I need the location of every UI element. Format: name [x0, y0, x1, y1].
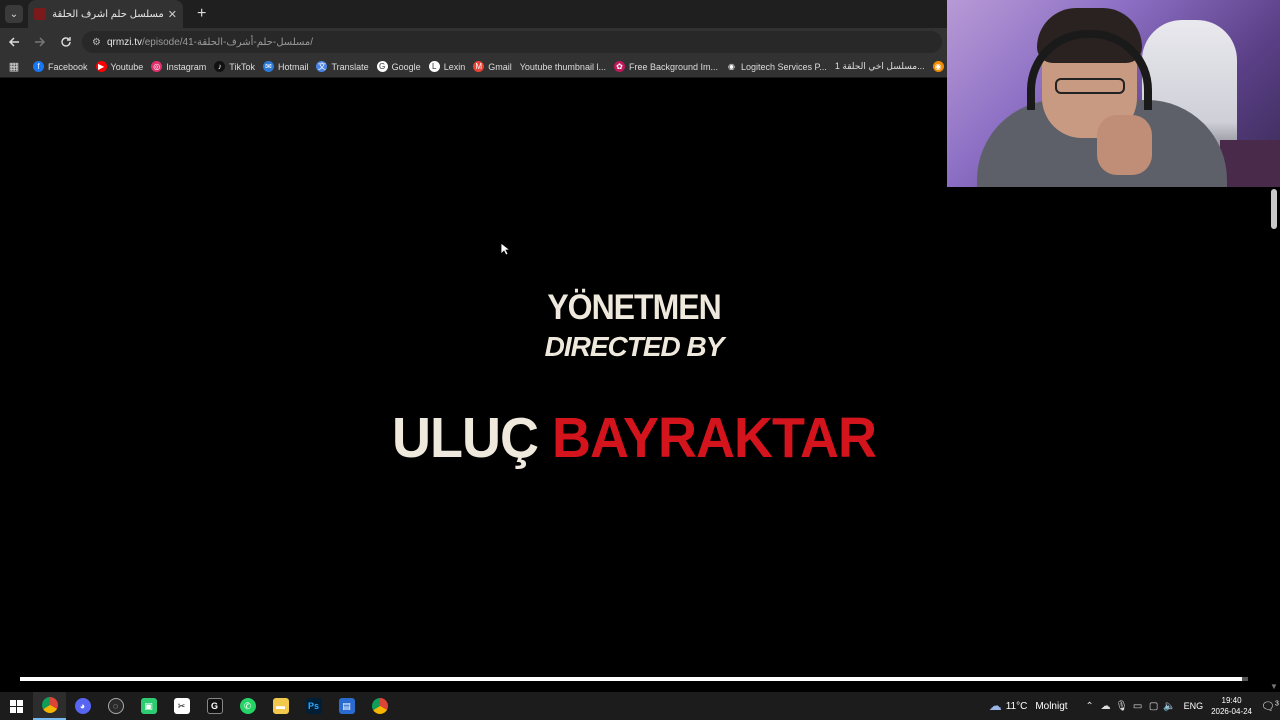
notification-center-icon[interactable]: 🗨3: [1260, 700, 1280, 713]
bookmark-label: مسلسل اخي الحلقة 1...: [834, 61, 925, 71]
bookmark-label: Free Background Im...: [628, 61, 718, 72]
taskbar-discord-icon[interactable]: ◕: [66, 692, 99, 720]
forward-button[interactable]: [28, 30, 52, 54]
bookmark-favicon-icon: ✿: [613, 61, 625, 72]
bookmark-label: Gmail: [488, 61, 512, 72]
tab-search-chevron-icon[interactable]: ⌄: [5, 5, 23, 23]
weather-widget[interactable]: ☁ 11°C Molnigt: [989, 698, 1068, 714]
address-bar[interactable]: ⚙ qrmzi.tv /episode/41-مسلسل-حلم-أشرف-ال…: [82, 31, 942, 53]
taskbar-capcut-icon[interactable]: ✂: [165, 692, 198, 720]
video-progress-bar[interactable]: [20, 677, 1248, 681]
bookmark-item[interactable]: L Lexin: [428, 61, 466, 72]
bookmark-label: Translate: [331, 61, 369, 72]
taskbar-steam-icon[interactable]: ◌: [99, 692, 132, 720]
system-clock[interactable]: 19:40 2026-04-24: [1211, 695, 1252, 717]
bookmark-item[interactable]: Youtube thumbnail l...: [520, 62, 606, 72]
back-arrow-icon: [8, 37, 19, 47]
bookmark-item[interactable]: ▶ Youtube: [95, 61, 144, 72]
bookmark-item[interactable]: مسلسل اخي الحلقة 1...: [835, 61, 925, 72]
glasses-icon: [1055, 78, 1125, 94]
bookmark-item[interactable]: ✉ Hotmail: [262, 61, 309, 72]
bookmark-label: Youtube thumbnail l...: [519, 61, 606, 72]
credit-role-turkish: YÖNETMEN: [547, 287, 721, 327]
site-favicon-icon: [34, 8, 46, 20]
start-windows-icon[interactable]: [0, 692, 33, 720]
bookmark-favicon-icon: f: [33, 61, 44, 72]
reload-icon: [61, 37, 71, 47]
clock-time: 19:40: [1221, 696, 1242, 705]
weather-temp: 11°C: [1005, 700, 1028, 712]
back-button[interactable]: [2, 30, 26, 54]
url-path: /episode/41-مسلسل-حلم-أشرف-الحلقة/: [141, 36, 314, 48]
scroll-thumb[interactable]: [1271, 189, 1277, 229]
bookmark-favicon-icon: ✉: [262, 61, 274, 72]
webcam-overlay: [947, 0, 1280, 187]
bookmark-favicon-icon: ♪: [214, 61, 226, 72]
bookmark-label: Logitech Services P...: [741, 61, 827, 72]
bookmark-item[interactable]: ♪ TikTok: [214, 61, 255, 72]
streamer-hand: [1097, 115, 1152, 175]
microphone-icon[interactable]: 🎙: [1114, 701, 1130, 712]
bookmark-label: Google: [391, 61, 421, 72]
notification-count: 3: [1275, 699, 1279, 707]
bookmark-item[interactable]: M Gmail: [473, 61, 512, 72]
bookmark-favicon-icon: 文: [316, 61, 328, 72]
credit-name-first: ULUÇ: [391, 406, 539, 470]
windows-taskbar: ◕ ◌ ▣ ✂ G ✆ ▬ Ps ▤ ☁ 11°C Molnigt ⌃ ☁ 🎙 …: [0, 692, 1280, 720]
url-domain: qrmzi.tv: [106, 36, 142, 48]
clock-date: 2026-04-24: [1211, 707, 1252, 716]
taskbar-android-icon[interactable]: ▣: [132, 692, 165, 720]
taskbar-app-window-icon[interactable]: ▤: [330, 692, 363, 720]
bookmark-favicon-icon: L: [428, 61, 440, 72]
tab-active[interactable]: مسلسل حلم أشرف الحلقة 41 - ما ✕: [28, 0, 183, 28]
bookmark-favicon-icon: ◎: [151, 61, 163, 72]
taskbar-chrome-secondary-icon[interactable]: [363, 692, 396, 720]
new-tab-button[interactable]: +: [197, 5, 206, 23]
bookmark-item[interactable]: ◉ Logitech Services P...: [726, 61, 827, 72]
taskbar-whatsapp-icon[interactable]: ✆: [231, 692, 264, 720]
weather-status: Molnigt: [1035, 700, 1068, 712]
bookmark-label: Hotmail: [277, 61, 309, 72]
bookmark-item[interactable]: G Google: [376, 61, 421, 72]
credit-name: ULUÇ BAYRAKTAR: [0, 405, 1268, 470]
system-tray: ☁ 11°C Molnigt ⌃ ☁ 🎙 ▭ ▢ 🔈 ENG 19:40 202…: [989, 692, 1280, 720]
close-tab-icon[interactable]: ✕: [168, 8, 177, 21]
bookmark-label: Youtube: [110, 61, 144, 72]
bookmark-label: Instagram: [166, 61, 207, 72]
bookmark-item[interactable]: ◎ Instagram: [151, 61, 206, 72]
forward-arrow-icon: [35, 37, 46, 47]
bookmark-item[interactable]: f Facebook: [33, 61, 88, 72]
taskbar-photoshop-icon[interactable]: Ps: [297, 692, 330, 720]
credit-role-english: DIRECTED BY: [544, 331, 725, 362]
bookmark-favicon-icon: ▶: [95, 61, 107, 72]
taskbar-file-explorer-icon[interactable]: ▬: [264, 692, 297, 720]
bookmark-favicon-icon: M: [473, 61, 485, 72]
bookmark-label: Lexin: [443, 61, 466, 72]
video-progress-fill: [20, 677, 1242, 681]
bookmark-favicon-icon: ◉: [726, 61, 737, 72]
taskbar-chrome-icon[interactable]: [33, 692, 66, 720]
bookmark-favicon-icon: ◉: [932, 61, 944, 72]
bookmark-label: TikTok: [229, 61, 255, 72]
volume-icon[interactable]: 🔈: [1162, 701, 1178, 712]
credit-name-last: BAYRAKTAR: [551, 406, 877, 470]
network-icon[interactable]: ▢: [1146, 701, 1162, 712]
bookmark-item[interactable]: ✿ Free Background Im...: [613, 61, 718, 72]
app-tray-icon[interactable]: ▭: [1130, 701, 1146, 712]
apps-grid-icon[interactable]: ▦: [3, 60, 25, 73]
bookmark-item[interactable]: 文 Translate: [316, 61, 369, 72]
tab-title: مسلسل حلم أشرف الحلقة 41 - ما: [52, 8, 164, 20]
language-indicator[interactable]: ENG: [1184, 701, 1204, 711]
taskbar-g-hub-icon[interactable]: G: [198, 692, 231, 720]
cloud-icon: ☁: [988, 698, 1002, 713]
bookmark-label: Facebook: [48, 61, 88, 72]
background-bed: [1220, 140, 1280, 187]
onedrive-cloud-icon[interactable]: ☁: [1098, 701, 1114, 712]
scroll-down-icon[interactable]: ▼: [1268, 682, 1280, 691]
bookmark-favicon-icon: G: [376, 61, 388, 72]
show-hidden-icons-chevron-icon[interactable]: ⌃: [1082, 701, 1098, 712]
reload-button[interactable]: [54, 30, 78, 54]
site-info-icon[interactable]: ⚙: [92, 37, 101, 48]
